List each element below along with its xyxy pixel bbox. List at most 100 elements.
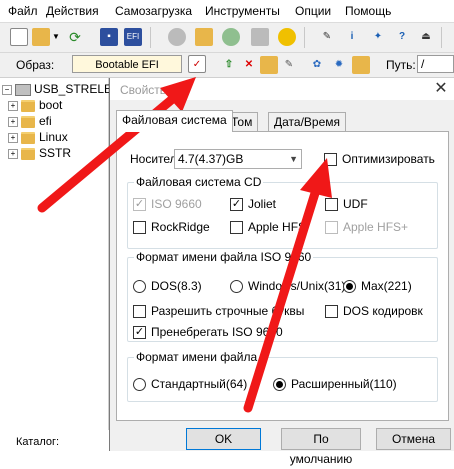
properties-button-icon[interactable]: ✓ [188,55,206,73]
close-icon[interactable]: ✕ [432,80,450,98]
fs-group-title: Файловая система CD [134,175,264,189]
tab-datetime[interactable]: Дата/Время [268,112,347,131]
new-icon[interactable] [10,28,28,46]
menu-actions[interactable]: Действия [46,4,99,18]
image-label-field[interactable]: Bootable EFI [72,55,182,73]
standard-label: Стандартный(64) [151,377,248,391]
refresh-icon[interactable]: ⟳ [66,28,84,46]
tree-item-label: boot [39,98,63,112]
toolbar-separator [150,27,151,48]
efi-icon[interactable]: EFI [124,28,142,46]
dos-encoding-checkbox[interactable] [325,305,338,318]
dropdown-arrow-icon[interactable]: ▼ [52,28,60,46]
tab-panel: Носитель: 4.7(4.37)GB ▼ Оптимизировать Ф… [116,131,449,421]
default-button[interactable]: По умолчанию [281,428,361,466]
name-format-group: Формат имени файла Стандартный(64) Расши… [127,350,438,402]
virtual-drive-icon[interactable] [251,28,269,46]
exit-icon[interactable]: ⏏ [417,28,435,46]
properties-dialog: Свойства ✕ Файловая система Том Дата/Вре… [109,78,454,466]
allow-lowercase-label: Разрешить строчные буквы [151,304,305,318]
gear-icon[interactable]: ✹ [330,56,348,74]
tree-item-boot[interactable]: + boot [8,97,62,113]
fs-group: Файловая система CD ✓ ISO 9660 ✓ Joliet … [127,175,438,249]
folder-tree: − USB_STRELEC + boot + efi + Linux + SSTR [0,78,121,430]
rockridge-checkbox[interactable] [133,221,146,234]
menu-help[interactable]: Помощь [345,4,391,18]
tab-filesystem[interactable]: Файловая система [116,110,233,132]
expand-icon[interactable]: + [8,116,18,127]
tree-item-linux[interactable]: + Linux [8,129,68,145]
apple-hfs-label: Apple HFS [248,220,307,234]
save-icon[interactable]: ▪ [100,28,118,46]
apple-hfsplus-checkbox[interactable] [325,221,338,234]
drive-icon [15,83,31,96]
info-icon[interactable]: i [343,28,361,46]
collapse-icon[interactable]: − [2,84,12,95]
extract-icon[interactable] [222,28,240,46]
folder-icon [21,99,35,112]
max221-radio[interactable] [343,280,356,293]
tree-item-label: efi [39,114,52,128]
optimize-checkbox[interactable] [324,153,337,166]
mount-icon[interactable] [195,28,213,46]
folder-up-icon[interactable] [352,56,370,74]
tree-item-sstr[interactable]: + SSTR [8,145,71,161]
folder-icon [21,131,35,144]
apple-hfsplus-label: Apple HFS+ [343,220,409,234]
cancel-button[interactable]: Отмена [376,428,451,450]
menu-bar: Файл Действия Самозагрузка Инструменты О… [0,0,454,23]
open-icon[interactable] [32,28,50,46]
ignore-iso-checkbox[interactable]: ✓ [133,326,146,339]
windows-unix-label: Windows/Unix(31) [248,279,346,293]
joliet-checkbox[interactable]: ✓ [230,198,243,211]
expand-icon[interactable]: + [8,132,18,143]
add-icon[interactable]: ⇧ [220,56,238,74]
dos83-radio[interactable] [133,280,146,293]
extended-radio[interactable] [273,378,286,391]
network-icon[interactable]: ✦ [369,28,387,46]
new-folder-icon[interactable] [260,56,278,74]
dialog-titlebar: Свойства ✕ [110,78,454,100]
menu-tools[interactable]: Инструменты [205,4,280,18]
joliet-label: Joliet [248,197,277,211]
carrier-select[interactable]: 4.7(4.37)GB ▼ [174,149,302,169]
path-field[interactable]: / [417,55,454,73]
dos-encoding-label: DOS кодировк [343,304,423,318]
carrier-value: 4.7(4.37)GB [178,152,244,166]
expand-icon[interactable]: + [8,100,18,111]
boot-icon[interactable]: ✿ [308,56,326,74]
optimize-label: Оптимизировать [342,152,435,166]
image-label: Образ: [16,58,55,72]
tree-item-label: SSTR [39,146,72,160]
menu-options[interactable]: Опции [295,4,331,18]
iso9660-label: ISO 9660 [151,197,202,211]
iso9660-checkbox[interactable]: ✓ [133,198,146,211]
extended-label: Расширенный(110) [291,377,397,391]
allow-lowercase-checkbox[interactable] [133,305,146,318]
menu-autoboot[interactable]: Самозагрузка [115,4,192,18]
ok-button[interactable]: OK [186,428,261,450]
tree-item-label: Linux [39,130,68,144]
help-icon[interactable]: ? [393,28,411,46]
toolbar-separator [441,27,442,48]
rename-icon[interactable]: ✎ [280,56,298,74]
udf-checkbox[interactable] [325,198,338,211]
rockridge-label: RockRidge [151,220,210,234]
settings-icon[interactable] [278,28,296,46]
delete-icon[interactable]: ✕ [240,56,258,74]
toolbar-separator [304,27,305,48]
standard-radio[interactable] [133,378,146,391]
expand-icon[interactable]: + [8,148,18,159]
burn-icon[interactable] [168,28,186,46]
tree-root[interactable]: − USB_STRELEC [2,81,121,97]
windows-unix-radio[interactable] [230,280,243,293]
path-label: Путь: [386,58,416,72]
udf-label: UDF [343,197,368,211]
menu-file[interactable]: Файл [8,4,38,18]
properties-icon[interactable]: ✎ [318,28,336,46]
chevron-down-icon: ▼ [289,154,298,164]
dos83-label: DOS(8.3) [151,279,202,293]
max221-label: Max(221) [361,279,412,293]
tree-item-efi[interactable]: + efi [8,113,52,129]
apple-hfs-checkbox[interactable] [230,221,243,234]
